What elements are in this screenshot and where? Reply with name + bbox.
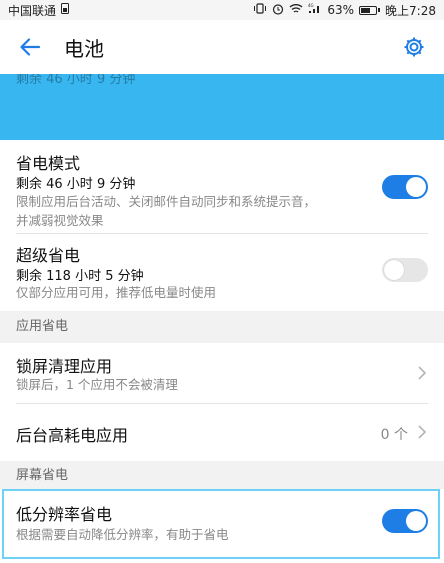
lock-screen-cleanup-row[interactable]: 锁屏清理应用 锁屏后，1 个应用不会被清理 bbox=[0, 343, 444, 403]
app-bar: 电池 bbox=[0, 20, 444, 74]
lock-screen-cleanup-title: 锁屏清理应用 bbox=[16, 357, 113, 376]
carrier-label: 中国联通 bbox=[8, 3, 57, 18]
back-button[interactable] bbox=[14, 31, 46, 63]
vibrate-icon bbox=[253, 3, 267, 17]
sim-icon bbox=[61, 3, 70, 17]
power-saving-title: 省电模式 bbox=[16, 154, 81, 173]
background-apps-title: 后台高耗电应用 bbox=[16, 426, 129, 445]
section-header-screen: 屏幕省电 bbox=[0, 461, 444, 489]
alarm-icon bbox=[272, 3, 284, 18]
gear-icon bbox=[404, 37, 424, 57]
power-saving-description-line2: 并减弱视觉效果 bbox=[16, 213, 104, 228]
status-bar: 中国联通 4G 63% 晚上7:28 bbox=[0, 0, 444, 20]
chevron-right-icon bbox=[418, 366, 427, 380]
ultra-saving-toggle[interactable] bbox=[382, 258, 428, 282]
power-saving-remaining: 剩余 46 小时 9 分钟 bbox=[16, 177, 136, 192]
highlight-frame bbox=[2, 489, 440, 559]
section-header-app: 应用省电 bbox=[0, 311, 444, 343]
battery-icon bbox=[359, 5, 381, 15]
chevron-right-icon bbox=[418, 425, 427, 439]
status-right: 4G 63% 晚上7:28 bbox=[253, 2, 436, 19]
settings-button[interactable] bbox=[398, 31, 430, 63]
lock-screen-cleanup-description: 锁屏后，1 个应用不会被清理 bbox=[16, 377, 178, 392]
ultra-saving-remaining: 剩余 118 小时 5 分钟 bbox=[16, 269, 144, 284]
background-apps-count: 0 个 bbox=[380, 427, 408, 443]
ultra-saving-row[interactable]: 超级省电 剩余 118 小时 5 分钟 仅部分应用可用，推荐低电量时使用 bbox=[0, 234, 444, 310]
banner-remaining-text: 剩余 46 小时 9 分钟 bbox=[16, 74, 136, 87]
battery-banner: 剩余 46 小时 9 分钟 bbox=[0, 74, 444, 140]
power-saving-row[interactable]: 省电模式 剩余 46 小时 9 分钟 限制应用后台活动、关闭邮件自动同步和系统提… bbox=[0, 140, 444, 234]
arrow-left-icon bbox=[20, 38, 41, 56]
power-saving-toggle[interactable] bbox=[382, 175, 428, 199]
status-left: 中国联通 bbox=[8, 2, 70, 19]
page-title: 电池 bbox=[64, 36, 104, 61]
battery-percent: 63% bbox=[327, 3, 355, 17]
signal-icon: 4G bbox=[308, 3, 322, 17]
background-apps-row[interactable]: 后台高耗电应用 0 个 bbox=[0, 404, 444, 460]
wifi-icon bbox=[289, 3, 303, 17]
ultra-saving-description: 仅部分应用可用，推荐低电量时使用 bbox=[16, 285, 217, 300]
ultra-saving-title: 超级省电 bbox=[16, 246, 81, 265]
svg-text:4G: 4G bbox=[308, 3, 314, 8]
clock: 晚上7:28 bbox=[385, 3, 436, 18]
power-saving-description-line1: 限制应用后台活动、关闭邮件自动同步和系统提示音， bbox=[16, 194, 317, 209]
